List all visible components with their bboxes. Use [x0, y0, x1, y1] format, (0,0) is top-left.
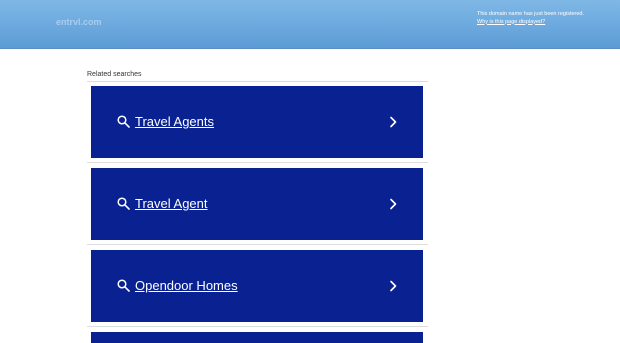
related-searches-title: Related searches — [87, 71, 142, 78]
related-search-link-opendoor-homes[interactable]: Opendoor Homes — [91, 250, 423, 322]
why-displayed-link[interactable]: Why is this page displayed? — [477, 19, 584, 27]
divider — [87, 162, 428, 163]
domain-name: entrvl.com — [56, 17, 102, 27]
divider — [87, 326, 428, 327]
divider — [87, 244, 428, 245]
related-search-link-travel-agent[interactable]: Travel Agent — [91, 168, 423, 240]
search-icon — [117, 115, 130, 128]
related-search-label: Travel Agent — [135, 196, 208, 211]
notice-text: This domain name has just been registere… — [477, 11, 585, 17]
divider — [87, 81, 428, 82]
related-search-link-travel-agents[interactable]: Travel Agents — [91, 86, 423, 158]
registration-notice: This domain name has just been registere… — [477, 11, 584, 26]
search-icon — [117, 197, 130, 210]
top-banner: entrvl.com This domain name has just bee… — [0, 0, 620, 49]
search-icon — [117, 279, 130, 292]
related-search-label: Opendoor Homes — [135, 278, 238, 293]
chevron-right-icon — [390, 280, 397, 292]
chevron-right-icon — [390, 198, 397, 210]
chevron-right-icon — [390, 116, 397, 128]
related-search-link-partial[interactable] — [91, 332, 423, 343]
related-search-label: Travel Agents — [135, 114, 215, 129]
